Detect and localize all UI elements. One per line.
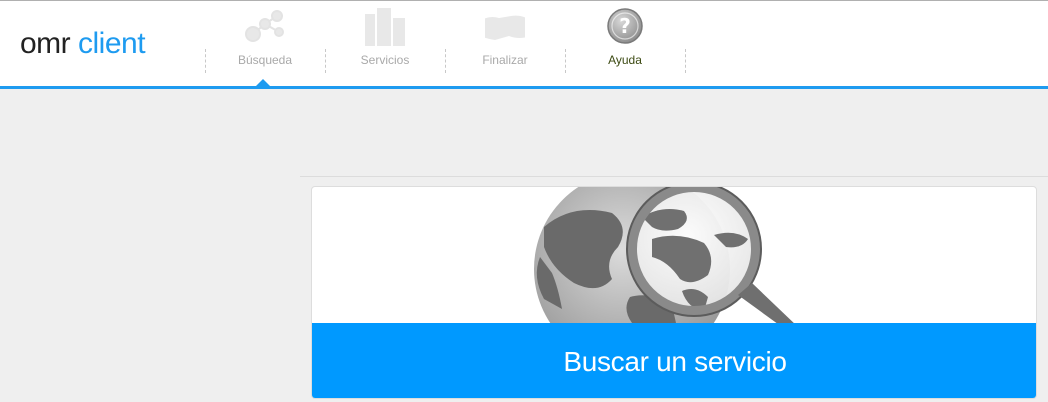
globe-magnifier-illustration — [534, 187, 794, 323]
help-question-icon: ? — [607, 8, 643, 44]
nav-item-busqueda[interactable]: Búsqueda — [205, 1, 325, 87]
nav-label: Servicios — [360, 53, 410, 67]
svg-text:?: ? — [619, 14, 631, 38]
logo-text-client: client — [78, 27, 146, 60]
active-tab-indicator — [256, 79, 270, 86]
nav-label: Búsqueda — [237, 53, 293, 67]
search-service-button[interactable]: Buscar un servicio — [312, 323, 1036, 398]
content-divider — [300, 176, 1048, 177]
logo-text-omr: omr — [20, 27, 71, 60]
nav-label: Finalizar — [482, 53, 528, 67]
handshake-icon — [485, 15, 525, 40]
app-logo[interactable]: omr client — [20, 27, 146, 61]
top-navigation-bar: omr client Búsqueda Servicios Finalizar … — [0, 0, 1048, 86]
network-search-icon — [245, 10, 284, 42]
nav-item-finalizar[interactable]: Finalizar — [445, 1, 565, 87]
search-service-card[interactable]: Buscar un servicio — [311, 186, 1037, 399]
buildings-icon — [365, 8, 405, 46]
nav-separator — [685, 49, 686, 73]
nav-label: Ayuda — [608, 53, 642, 67]
nav-item-servicios[interactable]: Servicios — [325, 1, 445, 87]
nav-item-ayuda[interactable]: ? Ayuda — [565, 1, 685, 87]
header-accent-line — [0, 86, 1048, 89]
